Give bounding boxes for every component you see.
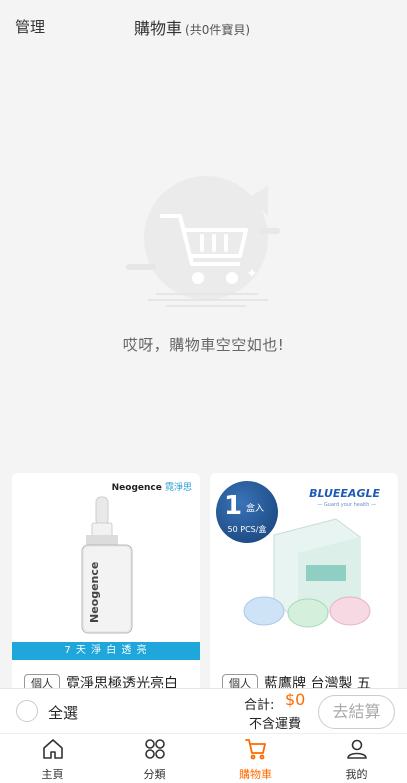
empty-cart-icon: ✦ bbox=[126, 176, 280, 307]
total-value: $0 bbox=[285, 690, 306, 709]
select-all-label[interactable]: 全選 bbox=[48, 702, 78, 723]
checkout-bar: 全選 合計: $0 不含運費 去結算 bbox=[0, 688, 407, 733]
home-icon bbox=[43, 739, 63, 759]
title-text: 購物車 bbox=[134, 19, 183, 38]
tab-home-label: 主頁 bbox=[41, 768, 64, 781]
manage-button[interactable]: 管理 bbox=[15, 16, 45, 37]
category-icon bbox=[145, 739, 165, 759]
user-icon bbox=[347, 739, 367, 759]
tab-home[interactable]: 主頁 bbox=[2, 734, 103, 783]
item-count: (共0件寶貝) bbox=[185, 23, 251, 37]
checkout-button[interactable]: 去結算 bbox=[318, 695, 395, 729]
svg-text:Neogence: Neogence bbox=[88, 562, 101, 623]
quantity-badge: 1 盒入 50 PCS/盒 bbox=[216, 481, 278, 543]
header: 管理 購物車 (共0件寶貝) bbox=[0, 0, 407, 52]
tab-profile[interactable]: 我的 bbox=[306, 734, 407, 783]
tab-cart[interactable]: 購物車 bbox=[205, 734, 306, 783]
product-card[interactable]: Neogence 霓淨思 Neogence 7 天 淨 白 透 亮 個人 霓淨思極… bbox=[12, 473, 200, 703]
tab-bar: 主頁 分類 購物車 我的 bbox=[0, 733, 407, 783]
quantity-pcs: 50 PCS/盒 bbox=[227, 525, 267, 534]
svg-text:✦: ✦ bbox=[246, 266, 258, 282]
quantity-number: 1 bbox=[224, 491, 243, 521]
tab-cart-label: 購物車 bbox=[239, 768, 272, 781]
product-card[interactable]: BLUEEAGLE — Guard your health — 1 盒入 50 … bbox=[210, 473, 398, 703]
tab-category-label: 分類 bbox=[143, 768, 166, 781]
empty-message: 哎呀，購物車空空如也! bbox=[122, 336, 285, 354]
tab-profile-label: 我的 bbox=[345, 768, 368, 781]
tab-category[interactable]: 分類 bbox=[104, 734, 205, 783]
page-title: 購物車 (共0件寶貝) bbox=[134, 15, 250, 39]
product-image: Neogence bbox=[81, 496, 133, 634]
promo-banner: 7 天 淨 白 透 亮 bbox=[12, 642, 200, 660]
cart-icon bbox=[245, 739, 266, 760]
select-all-radio[interactable] bbox=[16, 700, 38, 722]
quantity-unit: 盒入 bbox=[246, 504, 265, 514]
total-label: 合計: bbox=[244, 698, 275, 713]
shipping-note: 不含運費 bbox=[249, 717, 302, 732]
